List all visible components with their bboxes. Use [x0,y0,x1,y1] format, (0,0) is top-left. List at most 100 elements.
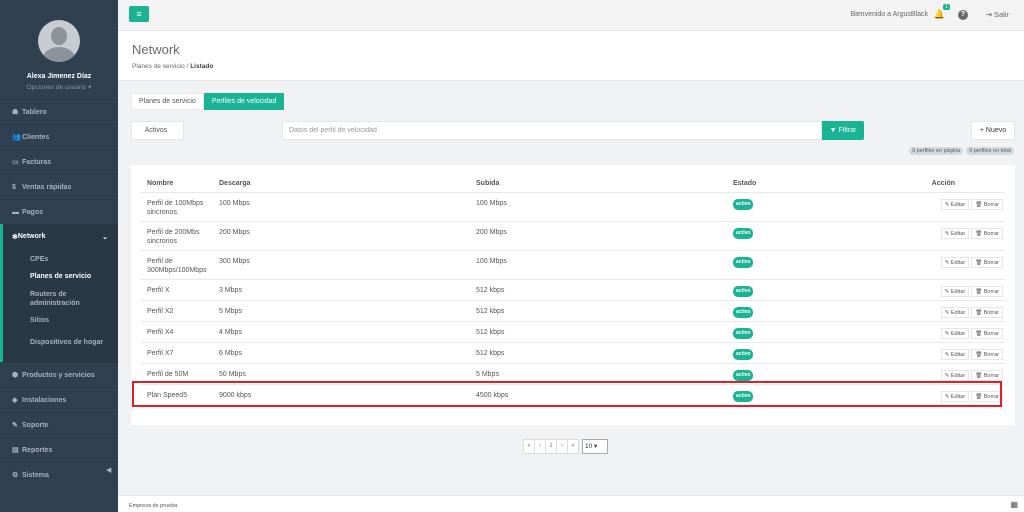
sidebar-item-label: Sistema [22,471,49,479]
edit-button[interactable]: ✎ Editar [940,285,970,297]
column-header-estado[interactable]: Estado [727,175,922,193]
column-header-subida[interactable]: Subida [470,175,727,193]
top-bar: ≡ Bienvenido a ArgusBlack 🔔 1 ? ⇥ Salir [118,0,1024,31]
logout-link[interactable]: ⇥ Salir [986,10,1009,19]
breadcrumb-current: Listado [190,63,214,70]
sidebar-item-ventas-rapidas[interactable]: $ Ventas rápidas [0,174,118,199]
delete-button[interactable]: 🗑 Borrar [971,198,1003,210]
delete-button[interactable]: 🗑 Borrar [971,327,1003,339]
per-page-select[interactable]: 10 ▾ [582,439,608,454]
sidebar-subitem-dispositivos-de-hogar[interactable]: Dispositivos de hogar [30,329,118,356]
sidebar-item-soporte[interactable]: ✎ Soporte [0,412,118,437]
edit-button[interactable]: ✎ Editar [940,369,970,381]
cell-subida: 100 Mbps [470,192,727,222]
sidebar-item-productos-y-servicios[interactable]: ⬢ Productos y servicios [0,362,118,387]
company-name: Empresa de prueba [129,503,178,509]
help-icon[interactable]: ? [958,10,968,20]
delete-button[interactable]: 🗑 Borrar [971,227,1003,239]
sidebar-item-label: Network [17,233,46,240]
table-row: Perfil X2 5 Mbps 512 kbps activo ✎ Editar 🗑 B… [141,300,1005,322]
delete-button[interactable]: 🗑 Borrar [971,348,1003,360]
cell-descarga: 6 Mbps [213,342,470,364]
sidebar-item-network[interactable]: ✻ Network ⌄ [3,224,118,249]
delete-button[interactable]: 🗑 Borrar [971,285,1003,297]
speed-profiles-table: Nombre Descarga Subida Estado Acción Per… [141,175,1005,406]
row-actions: ✎ Editar 🗑 Borrar [928,306,1005,318]
sidebar-item-sistema[interactable]: ⚙ Sistema [0,462,118,487]
cell-estado: activo [727,192,922,222]
sidebar-item-facturas[interactable]: ▭ Facturas [0,149,118,174]
cell-descarga: 4 Mbps [213,321,470,343]
table-row: Perfil de 300Mbps/100Mbps 300 Mbps 100 Mbp… [141,250,1005,280]
column-header-accion: Acción [922,175,1005,193]
edit-button[interactable]: ✎ Editar [940,227,970,239]
pagos-icon: ▬ [12,208,19,216]
status-badge: activo [733,256,754,268]
new-button[interactable]: + Nuevo [971,121,1015,140]
sidebar-item-label: Pagos [22,208,44,216]
tabs: Planes de servicio Perfiles de velocidad [131,93,285,110]
productos-y-servicios-icon: ⬢ [12,372,19,379]
tab-perfiles-de-velocidad[interactable]: Perfiles de velocidad [203,93,285,110]
soporte-icon: ✎ [12,422,18,429]
cell-nombre: Perfil X2 [141,300,213,322]
welcome-text: Bienvenido a ArgusBlack [850,11,928,18]
calculator-icon[interactable]: ▦ [1010,500,1018,509]
cell-accion: ✎ Editar 🗑 Borrar [922,321,1005,343]
sidebar-subitem-sitios[interactable]: Sitios [30,312,118,329]
user-options-dropdown[interactable]: Opciones de usuario ▾ [0,83,118,91]
edit-button[interactable]: ✎ Editar [940,348,970,360]
delete-button[interactable]: 🗑 Borrar [971,306,1003,318]
filter-button[interactable]: ▼ Filtrar [822,121,864,140]
sidebar-item-reportes[interactable]: ▤ Reportes [0,437,118,462]
cell-accion: ✎ Editar 🗑 Borrar [922,279,1005,301]
delete-button[interactable]: 🗑 Borrar [971,369,1003,381]
page-title: Network [132,42,180,57]
row-actions: ✎ Editar 🗑 Borrar [928,285,1005,297]
cell-subida: 512 kbps [470,321,727,343]
edit-button[interactable]: ✎ Editar [940,198,970,210]
column-header-nombre[interactable]: Nombre [141,175,213,193]
sidebar-item-pagos[interactable]: ▬ Pagos [0,199,118,224]
sidebar-item-label: Clientes [22,133,50,141]
bell-icon[interactable]: 🔔 [934,9,945,20]
sidebar-item-instalaciones[interactable]: ◆ Instalaciones [0,387,118,412]
last-page-button[interactable]: » [567,439,579,454]
column-header-descarga[interactable]: Descarga [213,175,470,193]
table-row: Perfil de 100Mbps sincronos 100 Mbps 100 M… [141,192,1005,222]
table-row: Perfil de 200Mbs sincronos 200 Mbps 200 Mb… [141,221,1005,251]
filter-bar: Activos ▼ Filtrar + Nuevo [131,121,1015,140]
tab-planes-de-servicio[interactable]: Planes de servicio [131,93,204,110]
cell-estado: activo [727,300,922,322]
footer: Empresa de prueba ▦ [118,495,1024,512]
status-filter-addon[interactable] [180,121,184,140]
sidebar-subitem-planes-de-servicio[interactable]: Planes de servicio [30,268,118,285]
delete-button[interactable]: 🗑 Borrar [971,256,1003,268]
sidebar-item-label: Instalaciones [22,396,67,404]
cell-estado: activo [727,250,922,280]
status-filter-button[interactable]: Activos [131,121,181,140]
search-input[interactable] [282,121,822,140]
edit-button[interactable]: ✎ Editar [940,306,970,318]
edit-button[interactable]: ✎ Editar [940,327,970,339]
instalaciones-icon: ◆ [12,397,18,404]
sidebar-item-clientes[interactable]: 👥 Clientes [0,124,118,149]
sidebar-item-label: Ventas rápidas [22,183,72,191]
breadcrumb-link[interactable]: Planes de servicio [132,63,185,70]
edit-button[interactable]: ✎ Editar [940,256,970,268]
sidebar-item-tablero[interactable]: ☗ Tablero [0,99,118,124]
row-actions: ✎ Editar 🗑 Borrar [928,256,1005,268]
sidebar-section-network: ✻ Network ⌄ CPEs Planes de servicio Router… [0,224,118,362]
avatar[interactable] [38,20,80,62]
status-badge: activo [733,198,754,210]
cell-estado: activo [727,321,922,343]
menu-toggle-button[interactable]: ≡ [129,6,149,22]
row-actions: ✎ Editar 🗑 Borrar [928,369,1005,381]
sidebar-subitem-routers-de-administracion[interactable]: Routers de administración [30,285,118,312]
collapse-sidebar-icon[interactable]: ◀ [106,466,111,474]
cell-estado: activo [727,221,922,251]
status-badge: activo [733,327,754,339]
sidebar-subitem-cpes[interactable]: CPEs [30,251,118,268]
cell-subida: 100 Mbps [470,250,727,280]
sistema-icon: ⚙ [12,472,19,479]
